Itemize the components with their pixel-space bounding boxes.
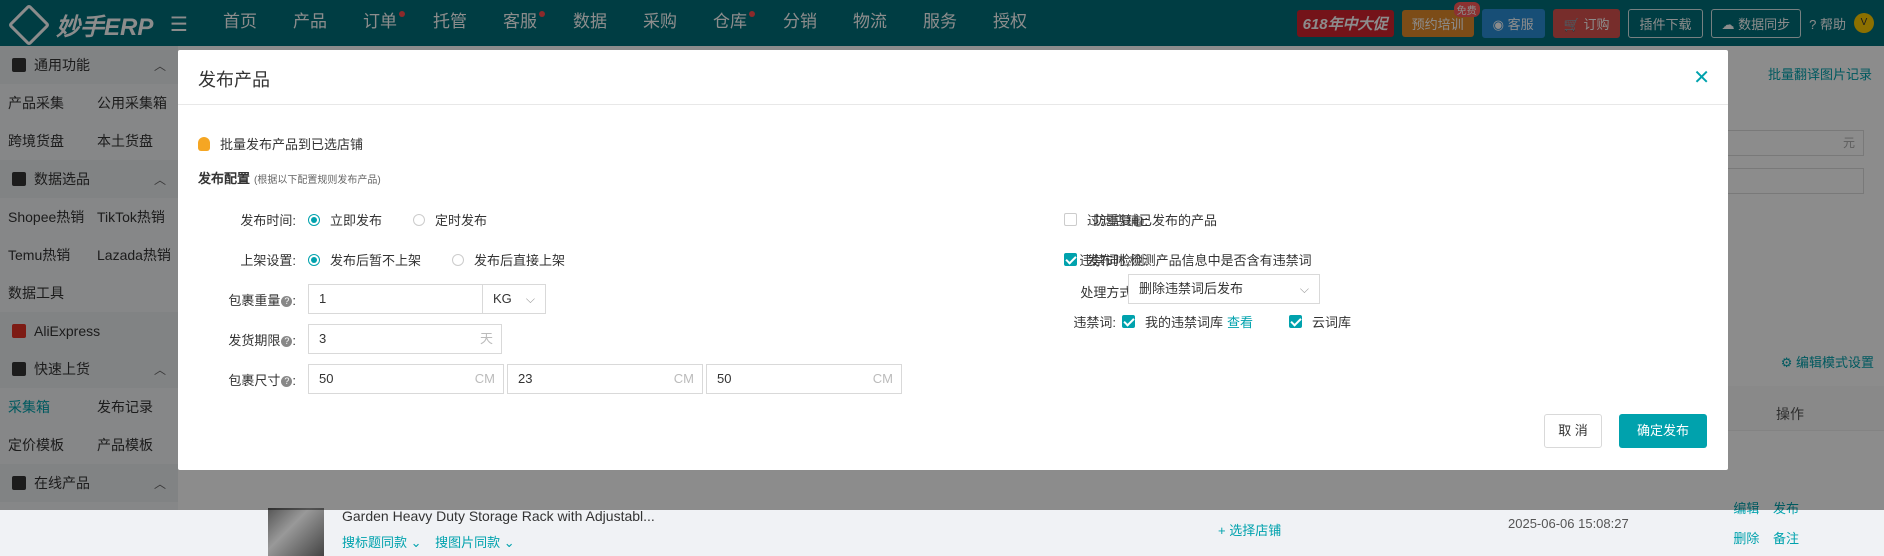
ship-deadline-input[interactable]: 3天: [308, 324, 502, 354]
help-icon[interactable]: ?: [281, 376, 293, 388]
radio-checked-icon: [308, 253, 320, 266]
product-thumbnail[interactable]: [268, 508, 324, 556]
created-date: 2025-06-06 15:08:27: [1508, 516, 1629, 531]
publish-time-label: 发布时间:: [240, 213, 296, 228]
checkbox-unchecked-icon: [1064, 213, 1077, 226]
dedupe-checkbox[interactable]: 过滤店铺已发布的产品: [1064, 210, 1217, 229]
ship-label-text: 发货期限: [228, 333, 281, 348]
my-banned-words-text: 我的违禁词库: [1145, 315, 1224, 330]
length-input[interactable]: 50 CM: [308, 364, 504, 394]
same-product-links: 搜标题同款 ⌄ 搜图片同款 ⌄: [342, 535, 515, 550]
help-icon[interactable]: ?: [281, 296, 293, 308]
radio-shelf-on[interactable]: 发布后直接上架: [452, 250, 565, 269]
checkbox-checked-icon: [1064, 253, 1077, 266]
help-icon[interactable]: ?: [281, 336, 293, 348]
confirm-publish-button[interactable]: 确定发布: [1619, 414, 1707, 448]
view-banned-words-link[interactable]: 查看: [1227, 312, 1253, 331]
product-title[interactable]: Garden Heavy Duty Storage Rack with Adju…: [342, 508, 655, 524]
shelf-on-label: 发布后直接上架: [474, 253, 566, 268]
radio-unchecked-icon: [413, 213, 425, 226]
cm-unit: CM: [673, 371, 694, 386]
radio-checked-icon: [308, 213, 320, 226]
cancel-button[interactable]: 取 消: [1544, 414, 1602, 448]
weight-label: 包裹重量?:: [228, 293, 296, 308]
checkbox-checked-icon: [1289, 315, 1302, 328]
chevron-down-icon: ⌵: [1299, 282, 1309, 296]
banned-words-checkbox[interactable]: 发布时,检测产品信息中是否含有违禁词: [1064, 250, 1312, 269]
cloud-words-text: 云词库: [1312, 315, 1352, 330]
config-title-text: 发布配置: [198, 171, 251, 186]
publish-scheduled-label: 定时发布: [435, 213, 488, 228]
cloud-words-checkbox[interactable]: 云词库: [1289, 312, 1351, 331]
width-input[interactable]: 23 CM: [507, 364, 703, 394]
dialog-title: 发布产品: [198, 70, 270, 90]
radio-publish-scheduled[interactable]: 定时发布: [413, 210, 487, 229]
shelf-setting-label: 上架设置:: [240, 253, 296, 268]
close-icon[interactable]: ✕: [1693, 65, 1710, 90]
search-title-link[interactable]: 搜标题同款: [342, 535, 407, 550]
height-input[interactable]: 50 CM: [706, 364, 902, 394]
handle-method-label: 处理方式:: [1080, 285, 1136, 300]
height-value: 50: [717, 371, 732, 386]
publish-now-label: 立即发布: [330, 213, 383, 228]
radio-publish-now[interactable]: 立即发布: [308, 210, 382, 229]
day-unit: 天: [479, 331, 493, 346]
weight-input[interactable]: 1: [308, 284, 484, 314]
row-actions-bottom: 删除 备注: [1733, 528, 1799, 547]
cm-unit: CM: [474, 371, 495, 386]
tip-text: 批量发布产品到已选店铺: [220, 137, 364, 152]
publish-product-dialog: 发布产品 ✕ 批量发布产品到已选店铺 发布配置 (根据以下配置规则发布产品) 发布…: [178, 50, 1728, 470]
choose-store-link[interactable]: + 选择店铺: [1218, 520, 1281, 539]
chevron-down-icon: ⌵: [525, 292, 535, 306]
ship-value: 3: [319, 331, 327, 346]
ship-deadline-label: 发货期限?:: [228, 333, 296, 348]
banned-words-label: 违禁词:: [1073, 315, 1116, 330]
weight-unit-value: KG: [493, 291, 512, 306]
tip-row: 批量发布产品到已选店铺: [198, 134, 363, 153]
checkbox-checked-icon: [1122, 315, 1135, 328]
package-size-label: 包裹尺寸?:: [228, 373, 296, 388]
radio-shelf-off[interactable]: 发布后暂不上架: [308, 250, 421, 269]
cm-unit: CM: [872, 371, 893, 386]
search-image-link[interactable]: 搜图片同款: [435, 535, 500, 550]
shelf-off-label: 发布后暂不上架: [330, 253, 422, 268]
config-title: 发布配置 (根据以下配置规则发布产品): [198, 168, 381, 187]
handle-method-select[interactable]: 删除违禁词后发布 ⌵: [1128, 274, 1320, 304]
size-label-text: 包裹尺寸: [228, 373, 281, 388]
my-banned-words-checkbox[interactable]: 我的违禁词库: [1122, 312, 1223, 331]
weight-unit-select[interactable]: KG ⌵: [482, 284, 546, 314]
radio-unchecked-icon: [452, 253, 464, 266]
lightbulb-icon: [198, 136, 210, 151]
weight-label-text: 包裹重量: [228, 293, 281, 308]
dedupe-text: 过滤店铺已发布的产品: [1087, 213, 1218, 228]
delete-link[interactable]: 删除: [1733, 531, 1759, 546]
dialog-header: 发布产品 ✕: [178, 50, 1728, 105]
handle-method-value: 删除违禁词后发布: [1139, 281, 1244, 296]
banned-words-text: 发布时,检测产品信息中是否含有违禁词: [1087, 253, 1312, 268]
width-value: 23: [518, 371, 533, 386]
length-value: 50: [319, 371, 334, 386]
note-link[interactable]: 备注: [1773, 531, 1799, 546]
config-note: (根据以下配置规则发布产品): [254, 175, 381, 186]
